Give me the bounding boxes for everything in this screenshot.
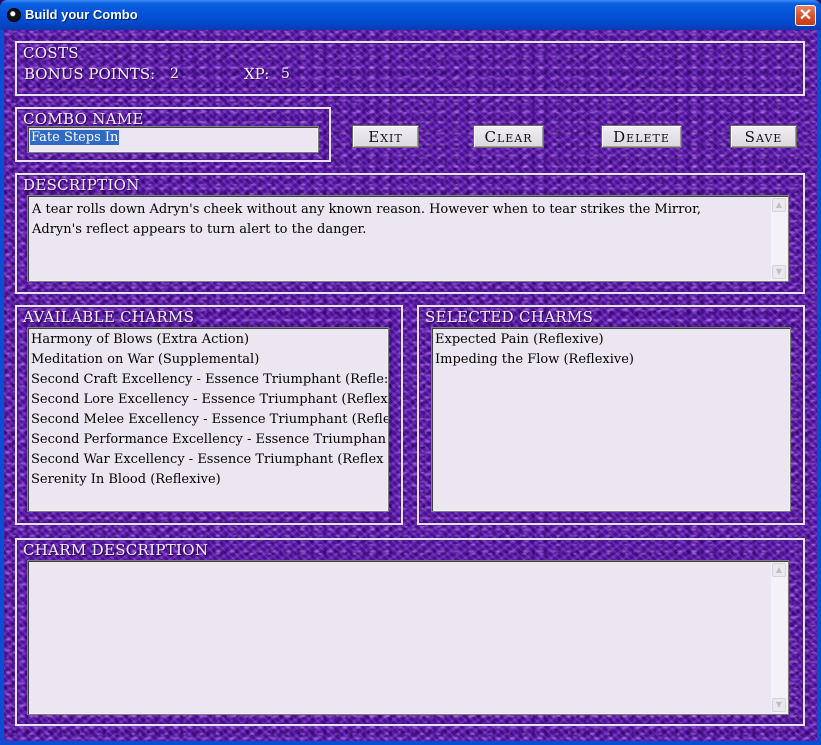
scroll-down-arrow-icon[interactable]: ▼ (772, 265, 786, 279)
list-item[interactable]: Impeding the Flow (Reflexive) (432, 350, 790, 370)
combo-name-input[interactable]: Fate Steps In (27, 126, 319, 153)
scroll-up-arrow-icon[interactable]: ▲ (772, 198, 786, 212)
scroll-down-arrow-icon[interactable]: ▼ (772, 698, 786, 712)
title-bar: Build your Combo ✕ (0, 0, 821, 30)
list-item[interactable]: Second War Excellency - Essence Triumpha… (28, 450, 388, 470)
xp-label: XP: (244, 65, 270, 83)
bonus-points-value: 2 (170, 66, 179, 82)
description-scrollbar[interactable]: ▲ ▼ (771, 197, 787, 280)
list-item[interactable]: Serenity In Blood (Reflexive) (28, 470, 388, 490)
list-item[interactable]: Meditation on War (Supplemental) (28, 350, 388, 370)
clear-button[interactable]: Clear (473, 125, 544, 148)
delete-button[interactable]: Delete (601, 125, 682, 148)
xp-value: 5 (281, 66, 290, 82)
description-label: DESCRIPTION (23, 176, 140, 194)
close-button[interactable]: ✕ (795, 5, 816, 26)
description-line-2: Adryn's reflect appears to turn alert to… (32, 222, 367, 237)
scroll-up-arrow-icon[interactable]: ▲ (772, 563, 786, 577)
description-textarea[interactable]: A tear rolls down Adryn's cheek without … (27, 195, 789, 282)
window-title: Build your Combo (25, 7, 138, 22)
list-item[interactable]: Expected Pain (Reflexive) (432, 330, 790, 350)
list-item[interactable]: Second Melee Excellency - Essence Triump… (28, 410, 388, 430)
exit-button[interactable]: Exit (352, 125, 419, 148)
costs-group: COSTS BONUS POINTS: 2 XP: 5 (15, 41, 805, 96)
list-item[interactable]: Harmony of Blows (Extra Action) (28, 330, 388, 350)
description-line-1: A tear rolls down Adryn's cheek without … (32, 202, 702, 217)
available-charms-label: AVAILABLE CHARMS (23, 308, 195, 326)
save-button[interactable]: Save (730, 125, 797, 148)
costs-label: COSTS (23, 44, 79, 62)
charm-description-textarea[interactable]: ▲ ▼ (27, 560, 789, 715)
list-item[interactable]: Second Craft Excellency - Essence Triump… (28, 370, 388, 390)
charm-description-scrollbar[interactable]: ▲ ▼ (771, 562, 787, 713)
app-icon (7, 8, 21, 22)
bonus-points-label: BONUS POINTS: (24, 65, 156, 83)
list-item[interactable]: Second Lore Excellency - Essence Triumph… (28, 390, 388, 410)
list-item[interactable]: Second Performance Excellency - Essence … (28, 430, 388, 450)
selected-charms-label: SELECTED CHARMS (425, 308, 594, 326)
charm-description-label: CHARM DESCRIPTION (23, 541, 209, 559)
combo-name-value: Fate Steps In (30, 130, 120, 145)
selected-charms-list[interactable]: Expected Pain (Reflexive) Impeding the F… (431, 327, 791, 512)
available-charms-list[interactable]: Harmony of Blows (Extra Action) Meditati… (27, 327, 389, 512)
